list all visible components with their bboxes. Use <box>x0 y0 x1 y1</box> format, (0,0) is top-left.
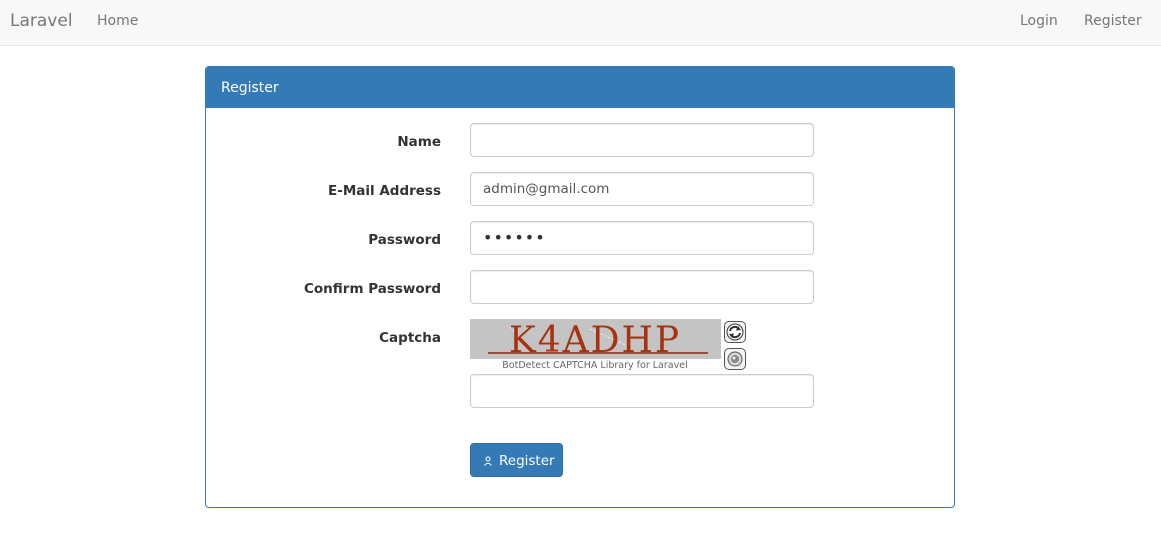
nav-register-link[interactable]: Register <box>1084 12 1142 30</box>
register-submit-label: Register <box>499 453 555 469</box>
captcha-input[interactable] <box>470 374 814 408</box>
captcha-label: Captcha <box>379 330 441 346</box>
confirm-password-label: Confirm Password <box>303 281 441 297</box>
nav-home-link[interactable]: Home <box>97 12 138 30</box>
reload-icon <box>726 323 744 341</box>
nav-login-link[interactable]: Login <box>1020 12 1058 30</box>
email-label: E-Mail Address <box>328 183 441 199</box>
captcha-caption: BotDetect CAPTCHA Library for Laravel <box>502 360 687 371</box>
register-submit-button[interactable]: Register <box>470 443 563 477</box>
user-icon <box>484 456 492 466</box>
brand-link[interactable]: Laravel <box>10 10 73 32</box>
password-label: Password <box>368 232 441 248</box>
email-input[interactable]: admin@gmail.com <box>470 172 814 206</box>
captcha-sound-button[interactable] <box>724 348 746 370</box>
register-panel: Register Name E-Mail Address admin@gmail… <box>205 66 955 508</box>
panel-heading: Register <box>206 67 954 108</box>
name-input[interactable] <box>470 123 814 157</box>
captcha-image: K4ADHP BotDetect CAPTCHA Library for Lar… <box>470 319 721 371</box>
captcha-code-text: K4ADHP <box>509 320 681 361</box>
captcha-reload-button[interactable] <box>724 321 746 343</box>
top-navbar: Laravel Home Login Register <box>0 0 1161 46</box>
password-input[interactable]: •••••• <box>470 221 814 255</box>
speaker-icon <box>727 351 743 367</box>
confirm-password-input[interactable] <box>470 270 814 304</box>
panel-title: Register <box>221 80 279 96</box>
name-label: Name <box>397 134 441 150</box>
